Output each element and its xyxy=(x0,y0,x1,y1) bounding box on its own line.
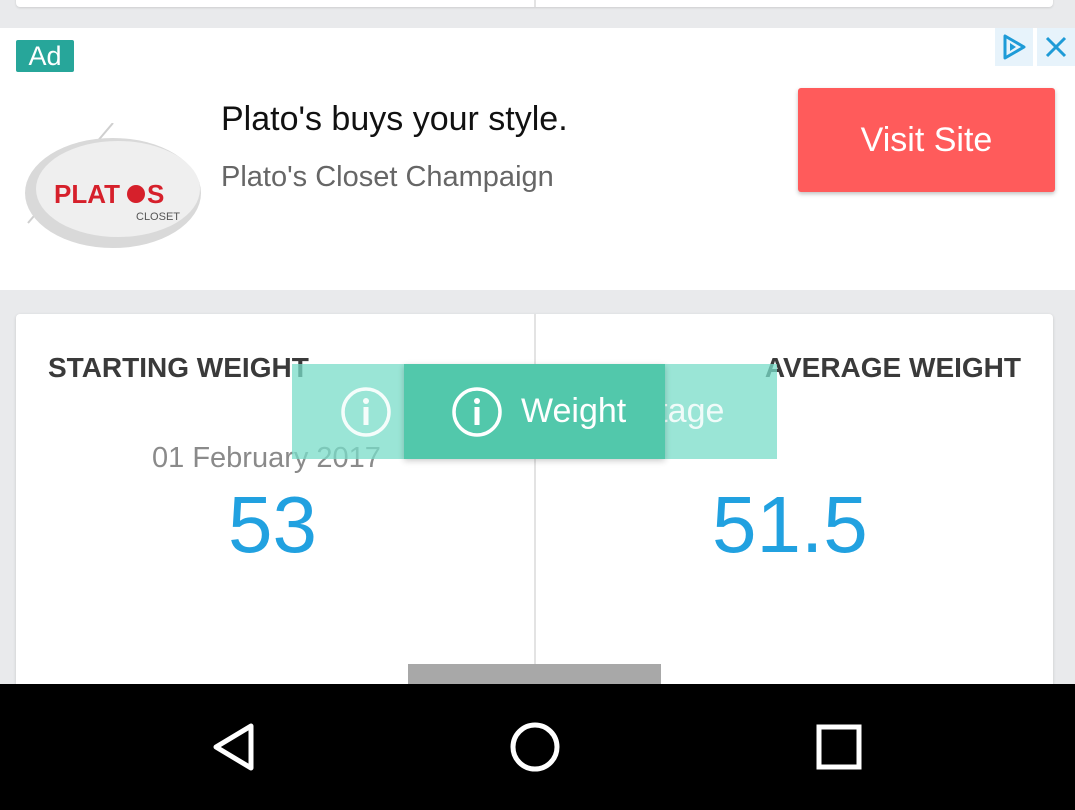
visit-site-button[interactable]: Visit Site xyxy=(798,88,1055,192)
svg-text:CLOSET: CLOSET xyxy=(136,211,180,223)
tab-weight[interactable]: Weight xyxy=(404,364,665,459)
adchoices-icon[interactable] xyxy=(995,28,1033,66)
card-divider xyxy=(534,0,536,7)
previous-card xyxy=(16,0,1053,7)
advertiser-logo[interactable]: PLAT S CLOSET xyxy=(18,122,208,258)
starting-weight-value: 53 xyxy=(228,480,317,569)
back-triangle-icon[interactable] xyxy=(203,717,263,777)
tab-weight-label: Weight xyxy=(521,392,627,430)
ad-banner[interactable]: Ad PLAT S CLOSET Plato's buys your style… xyxy=(0,28,1075,290)
info-icon xyxy=(340,386,392,443)
ad-advertiser[interactable]: Plato's Closet Champaign xyxy=(221,161,554,194)
svg-text:PLAT: PLAT xyxy=(54,179,120,209)
average-weight-label: AVERAGE WEIGHT xyxy=(764,352,1021,383)
info-icon xyxy=(451,386,503,443)
home-circle-icon[interactable] xyxy=(505,717,565,777)
recents-square-icon[interactable] xyxy=(809,717,869,777)
average-weight-value: 51.5 xyxy=(712,480,868,569)
system-navigation-bar xyxy=(0,684,1075,810)
svg-text:S: S xyxy=(147,179,164,209)
starting-weight-label: STARTING WEIGHT xyxy=(48,352,309,383)
close-icon[interactable] xyxy=(1037,28,1075,66)
ad-headline[interactable]: Plato's buys your style. xyxy=(221,100,568,139)
ad-badge: Ad xyxy=(16,40,74,72)
